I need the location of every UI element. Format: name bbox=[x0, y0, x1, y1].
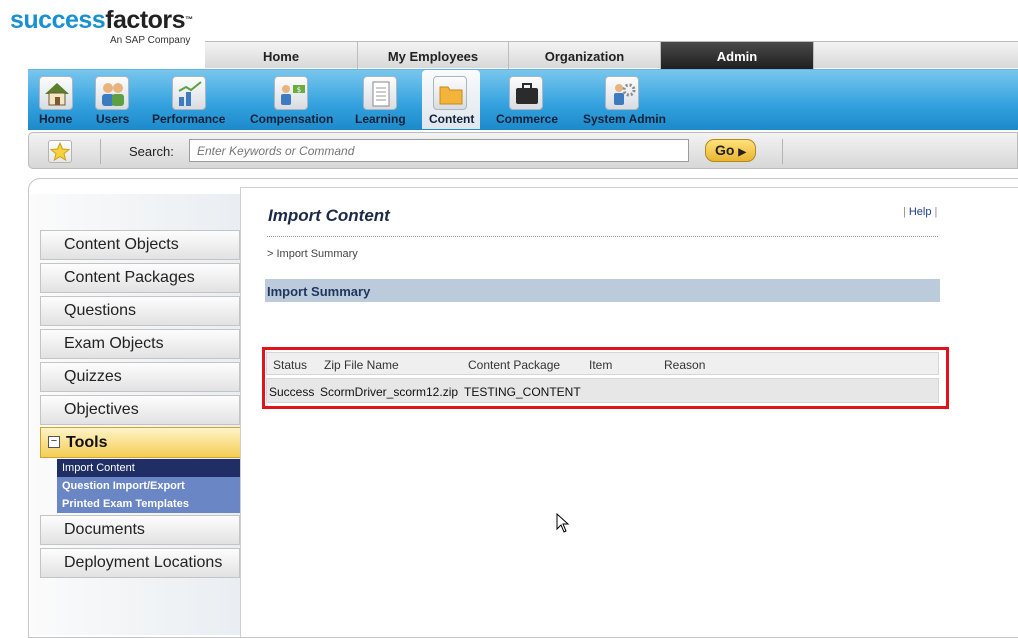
cell-zip-file-name: ScormDriver_scorm12.zip bbox=[320, 385, 459, 399]
folder-icon bbox=[433, 76, 467, 110]
compensation-icon: $ bbox=[274, 76, 308, 110]
nav-content-objects[interactable]: Content Objects bbox=[40, 230, 240, 260]
subnav-question-import-export[interactable]: Question Import/Export bbox=[57, 477, 240, 495]
nav-quizzes[interactable]: Quizzes bbox=[40, 362, 240, 392]
nav-tools[interactable]: Tools bbox=[40, 427, 244, 458]
col-reason: Reason bbox=[664, 358, 706, 372]
users-icon bbox=[95, 76, 129, 110]
system-admin-gear-icon bbox=[605, 76, 639, 110]
play-arrow-icon: ▶ bbox=[738, 147, 747, 158]
successfactors-logo[interactable]: successfactors™ An SAP Company bbox=[10, 6, 193, 46]
mouse-cursor-icon bbox=[556, 512, 570, 538]
module-commerce[interactable]: Commerce bbox=[494, 70, 560, 129]
dotted-divider bbox=[267, 236, 938, 237]
top-tab-admin[interactable]: Admin bbox=[661, 42, 814, 69]
nav-exam-objects[interactable]: Exam Objects bbox=[40, 329, 240, 359]
module-compensation[interactable]: $ Compensation bbox=[250, 70, 334, 129]
help-link-wrap: | Help | bbox=[903, 206, 938, 218]
subnav-import-content[interactable]: Import Content bbox=[57, 459, 240, 477]
help-link[interactable]: Help bbox=[909, 206, 932, 218]
search-bar: Search: Go ▶ bbox=[28, 132, 1018, 169]
module-content[interactable]: Content bbox=[422, 70, 480, 129]
go-button[interactable]: Go ▶ bbox=[705, 139, 756, 162]
module-learning[interactable]: Learning bbox=[355, 70, 407, 129]
search-label: Search: bbox=[129, 144, 174, 159]
module-system-admin[interactable]: System Admin bbox=[581, 70, 666, 129]
nav-deployment-locations[interactable]: Deployment Locations bbox=[40, 548, 240, 578]
house-icon bbox=[39, 76, 73, 110]
divider bbox=[100, 139, 101, 164]
search-input[interactable] bbox=[189, 139, 689, 162]
svg-text:$: $ bbox=[297, 86, 301, 94]
star-icon[interactable] bbox=[48, 140, 72, 163]
module-performance[interactable]: Performance bbox=[152, 70, 230, 129]
top-tab-organization[interactable]: Organization bbox=[509, 42, 661, 69]
nav-content-packages[interactable]: Content Packages bbox=[40, 263, 240, 293]
top-tab-my-employees[interactable]: My Employees bbox=[358, 42, 509, 69]
nav-documents[interactable]: Documents bbox=[40, 515, 240, 545]
logo-tagline: An SAP Company bbox=[110, 35, 191, 46]
logo-wordmark: successfactors™ bbox=[10, 6, 193, 34]
performance-chart-icon bbox=[172, 76, 206, 110]
module-users[interactable]: Users bbox=[92, 70, 134, 129]
col-zip-file-name: Zip File Name bbox=[324, 358, 399, 372]
top-tab-bar: Home My Employees Organization Admin bbox=[205, 41, 1018, 69]
nav-questions[interactable]: Questions bbox=[40, 296, 240, 326]
tools-submenu: Import Content Question Import/Export Pr… bbox=[57, 459, 240, 513]
col-item: Item bbox=[589, 358, 613, 372]
module-bar: Home Users Performance $ Compensation Le… bbox=[28, 69, 1018, 130]
collapse-icon[interactable]: − bbox=[48, 436, 60, 448]
section-header: Import Summary bbox=[265, 279, 940, 302]
briefcase-icon bbox=[509, 76, 543, 110]
nav-objectives[interactable]: Objectives bbox=[40, 395, 240, 425]
document-icon bbox=[363, 76, 397, 110]
col-content-package: Content Package bbox=[468, 358, 561, 372]
breadcrumb[interactable]: > Import Summary bbox=[267, 248, 358, 260]
page-title: Import Content bbox=[268, 206, 390, 225]
cell-status: Success bbox=[269, 385, 315, 399]
divider bbox=[782, 139, 783, 164]
module-home[interactable]: Home bbox=[36, 70, 76, 129]
subnav-printed-exam-templates[interactable]: Printed Exam Templates bbox=[57, 495, 240, 513]
col-status: Status bbox=[273, 358, 308, 372]
top-tab-home[interactable]: Home bbox=[205, 42, 358, 69]
table-row: Success ScormDriver_scorm12.zip TESTING_… bbox=[266, 378, 939, 403]
cell-content-package: TESTING_CONTENT bbox=[464, 385, 581, 399]
table-header: Status Zip File Name Content Package Ite… bbox=[266, 352, 939, 375]
